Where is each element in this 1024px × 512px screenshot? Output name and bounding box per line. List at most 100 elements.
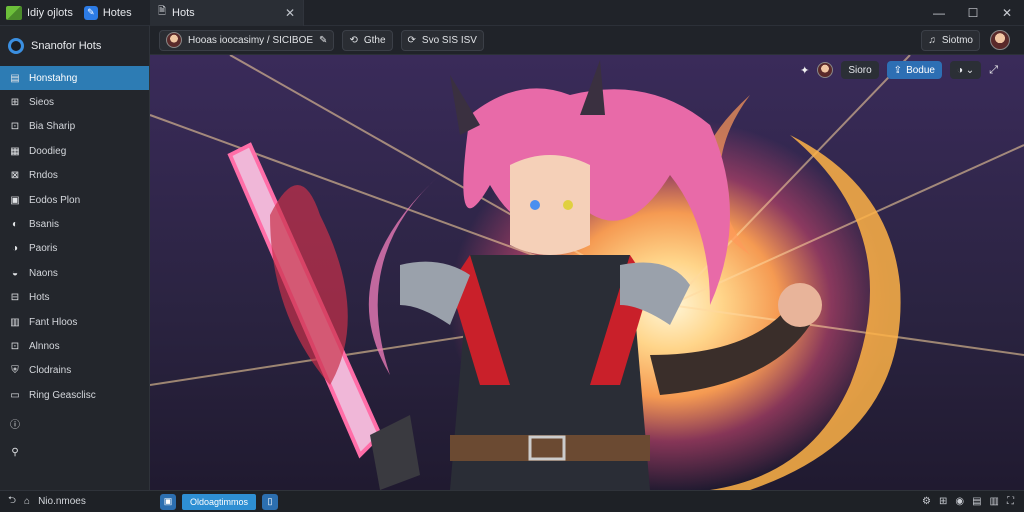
- notes-logo-icon: ✎: [83, 5, 98, 20]
- overlay-button-2-label: Bodue: [906, 64, 935, 76]
- chip-label-3: Svo SIS ISV: [421, 34, 477, 46]
- sidebar-item-icon: ▭: [10, 389, 20, 401]
- sidebar-item-icon: ◒: [11, 267, 19, 279]
- chip-button-3[interactable]: ⟳ Svo SIS ISV: [400, 29, 484, 51]
- sidebar-items: ▤ Honstahng ⊞ Sieos ⊡ Bia Sharip ▦ Doodieg ⊠ Rndo…: [0, 66, 149, 464]
- sidebar-item-icon: ▣: [10, 194, 20, 206]
- sidebar-item[interactable]: ▤ Honstahng: [0, 66, 149, 91]
- overlay-avatar[interactable]: [817, 62, 834, 78]
- image-canvas[interactable]: ✦ Sioro ⇪ Bodue ◑ ⌄ ⤢: [150, 55, 1024, 490]
- sidebar-item-label: Alnnos: [29, 340, 60, 352]
- grid-icon[interactable]: ⊞: [939, 496, 947, 507]
- toggle-button[interactable]: ◑ ⌄: [949, 61, 982, 79]
- user-avatar[interactable]: [990, 30, 1010, 50]
- status-bar: ⮌ ⌂ Nio.nmoes ▣ Oldoagtimmos ▯ ⚙ ⊞ ◉ ▤ ▥…: [0, 490, 1024, 512]
- sidebar-item[interactable]: ◒ Naons: [0, 261, 149, 285]
- sidebar-item-icon: ◑: [11, 243, 19, 255]
- sidebar-header[interactable]: Snanofor Hots: [0, 26, 149, 66]
- sidebar-item-label: Hots: [29, 292, 50, 304]
- sidebar-item-icon: ⊟: [10, 292, 20, 304]
- sidebar-item-label: Fant Hloos: [29, 316, 78, 328]
- expand-icon[interactable]: ⤢: [989, 64, 998, 77]
- save-icon[interactable]: ▣: [160, 493, 176, 510]
- window-controls: — ☐ ✕: [922, 0, 1024, 26]
- sidebar-item-label: Doodieg: [29, 145, 67, 157]
- settings-icon[interactable]: ⚙: [922, 496, 931, 507]
- sidebar-item[interactable]: ▥ Fant Hloos: [0, 310, 149, 334]
- overlay-button-2[interactable]: ⇪ Bodue: [886, 61, 942, 79]
- sidebar-item[interactable]: ⊠ Rndos: [0, 164, 149, 188]
- maximize-icon[interactable]: ☐: [956, 0, 990, 26]
- chip-label-2: Gthe: [363, 34, 386, 46]
- status-left: ⮌ ⌂ Nio.nmoes: [0, 493, 150, 510]
- overlay-button-1[interactable]: Sioro: [841, 61, 879, 79]
- status-left-label: Nio.nmoes: [38, 496, 86, 507]
- close-window-icon[interactable]: ✕: [990, 0, 1024, 26]
- breadcrumb-chip[interactable]: Hooas ioocasimy / SICIBOE ✎: [159, 29, 335, 51]
- app-title: Idiy ojlots: [27, 6, 73, 19]
- app-area: Idiy ojlots ✎ Hotes: [0, 0, 150, 26]
- sidebar-item-label: Honstahng: [29, 72, 78, 84]
- app-logo-icon: [6, 5, 22, 20]
- sidebar-item[interactable]: ◑ Paoris: [0, 237, 149, 261]
- sidebar-item-icon: ▤: [10, 72, 20, 84]
- sidebar-item-icon: ⊞: [10, 97, 20, 109]
- tab-notes[interactable]: 🗎 Hots ✕: [150, 0, 304, 26]
- sidebar-item-label: Bsanis: [29, 219, 60, 231]
- sidebar-item-label: Paoris: [29, 243, 58, 255]
- page-icon[interactable]: ▯: [262, 493, 279, 510]
- sidebar-item-label: Ring Geasclisc: [29, 389, 96, 401]
- document-icon: 🗎: [158, 6, 167, 17]
- sidebar-item-icon: ⚲: [11, 446, 19, 458]
- link-icon: ⟲: [349, 34, 358, 46]
- sidebar-item-label: Bia Sharip: [29, 121, 76, 133]
- back-icon[interactable]: ⮌: [8, 493, 16, 510]
- status-right: ⚙ ⊞ ◉ ▤ ▥ ⛶: [922, 496, 1024, 507]
- image-overlay-toolbar: ✦ Sioro ⇪ Bodue ◑ ⌄ ⤢: [800, 61, 998, 79]
- edit-icon[interactable]: ✎: [319, 35, 327, 46]
- sidebar-item[interactable]: ⛨ Clodrains: [0, 359, 149, 383]
- share-icon: ⇪: [893, 64, 903, 76]
- sidebar-item-icon: ⊡: [10, 121, 20, 133]
- sidebar-item-icon: ◐: [11, 219, 19, 231]
- sidebar-item[interactable]: ⊡ Alnnos: [0, 334, 149, 358]
- sidebar-item[interactable]: ▦ Doodieg: [0, 139, 149, 163]
- minimize-icon[interactable]: —: [922, 0, 956, 26]
- sidebar-item-icon: ⛨: [11, 365, 19, 377]
- avatar: [166, 32, 182, 48]
- close-tab-icon[interactable]: ✕: [285, 6, 295, 20]
- sidebar-item-icon: ▥: [10, 316, 20, 328]
- sidebar-item-label: Rndos: [29, 170, 58, 182]
- layout-icon[interactable]: ▤: [972, 496, 981, 507]
- view-icon[interactable]: ▥: [990, 496, 999, 507]
- eye-icon[interactable]: ◉: [955, 496, 964, 507]
- music-icon: ♫: [928, 34, 936, 46]
- status-mid: ▣ Oldoagtimmos ▯: [150, 493, 279, 510]
- sparkle-icon[interactable]: ✦: [800, 64, 809, 77]
- home-icon[interactable]: ⌂: [24, 496, 30, 507]
- chip-button-2[interactable]: ⟲ Gthe: [342, 29, 393, 51]
- title-bar: Idiy ojlots ✎ Hotes 🗎 Hots ✕ — ☐ ✕: [0, 0, 1024, 26]
- music-button[interactable]: ♫ Siotmo: [921, 29, 980, 51]
- toolbar-right: ♫ Siotmo: [921, 29, 1024, 51]
- sidebar-item[interactable]: ▣ Eodos Plon: [0, 188, 149, 212]
- breadcrumb: Hooas ioocasimy / SICIBOE: [188, 34, 314, 46]
- status-pill[interactable]: Oldoagtimmos: [182, 493, 257, 510]
- sidebar-item-label: Eodos Plon: [29, 194, 81, 206]
- refresh-icon: ⟳: [407, 34, 416, 46]
- sidebar-item[interactable]: ⊡ Bia Sharip: [0, 115, 149, 139]
- workspace-icon: [8, 38, 24, 54]
- fullscreen-icon[interactable]: ⛶: [1007, 496, 1014, 507]
- character-artwork: [150, 55, 1024, 490]
- right-button-label: Siotmo: [941, 34, 973, 46]
- sidebar-item[interactable]: ⚲: [0, 440, 149, 464]
- sidebar-item[interactable]: ⊞ Sieos: [0, 90, 149, 114]
- sidebar-item-icon: ⊠: [10, 170, 20, 182]
- sidebar-item-icon: ⓘ: [10, 420, 20, 432]
- sidebar-item[interactable]: ⊟ Hots: [0, 286, 149, 310]
- sidebar-item[interactable]: ▭ Ring Geasclisc: [0, 383, 149, 407]
- sidebar-item[interactable]: ⓘ: [0, 411, 149, 435]
- sidebar-title: Snanofor Hots: [31, 40, 102, 52]
- sidebar-item-label: Clodrains: [29, 365, 72, 377]
- sidebar-item[interactable]: ◐ Bsanis: [0, 212, 149, 236]
